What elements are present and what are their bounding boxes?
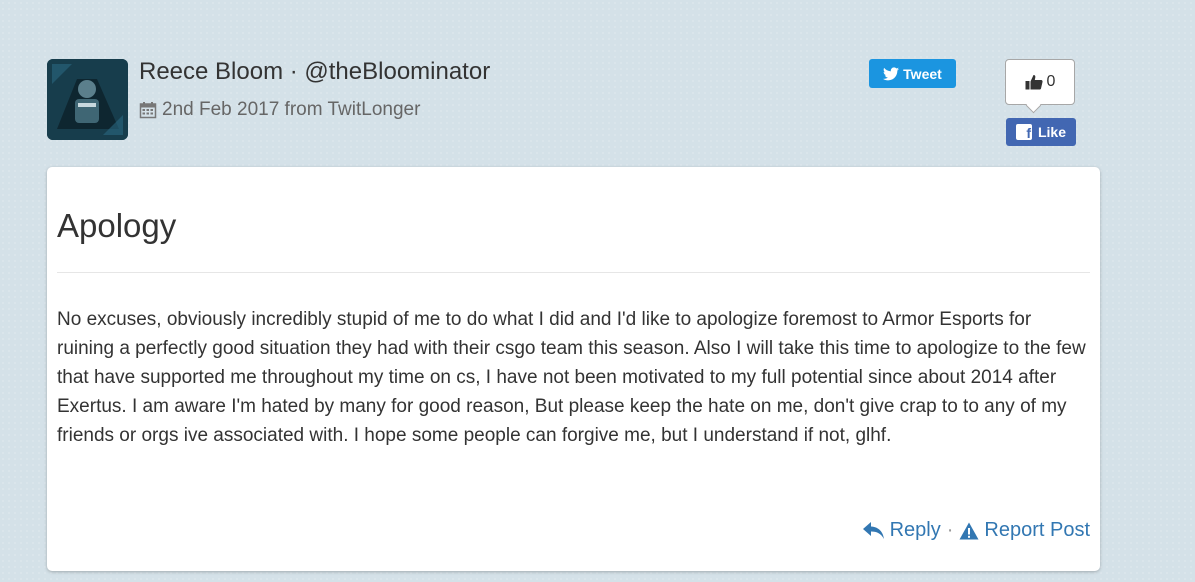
post-body: No excuses, obviously incredibly stupid … [57, 309, 1086, 446]
like-count-bubble: 0 [1005, 59, 1075, 105]
post-date: 2nd Feb 2017 from TwitLonger [162, 99, 421, 120]
post-actions: Reply · Report Post [862, 519, 1090, 542]
twitter-bird-icon [883, 66, 900, 80]
author-name[interactable]: Reece Bloom · @theBloominator [139, 58, 490, 86]
facebook-like-button[interactable]: f Like [1006, 118, 1076, 146]
thumbs-up-icon [1025, 75, 1043, 90]
avatar-image [47, 59, 128, 140]
post-header: Reece Bloom · @theBloominator 2nd Feb 20… [47, 58, 1107, 150]
report-label: Report Post [984, 519, 1090, 541]
calendar-icon [139, 102, 157, 119]
like-count: 0 [1046, 73, 1056, 90]
reply-label: Reply [889, 519, 941, 541]
warning-triangle-icon [959, 522, 979, 539]
facebook-icon: f [1015, 124, 1032, 140]
tweet-button[interactable]: Tweet [869, 59, 956, 88]
reply-arrow-icon [862, 521, 884, 539]
post-title: Apology [57, 207, 177, 244]
user-avatar[interactable] [47, 59, 128, 140]
facebook-like-label: Like [1037, 124, 1066, 140]
reply-link[interactable]: Reply [862, 519, 941, 542]
title-divider [57, 272, 1090, 273]
report-post-link[interactable]: Report Post [959, 519, 1090, 542]
post-meta: 2nd Feb 2017 from TwitLonger [139, 99, 420, 121]
action-separator: · [946, 519, 954, 541]
post-card: Apology No excuses, obviously incredibly… [47, 167, 1100, 571]
tweet-label: Tweet [903, 65, 942, 82]
